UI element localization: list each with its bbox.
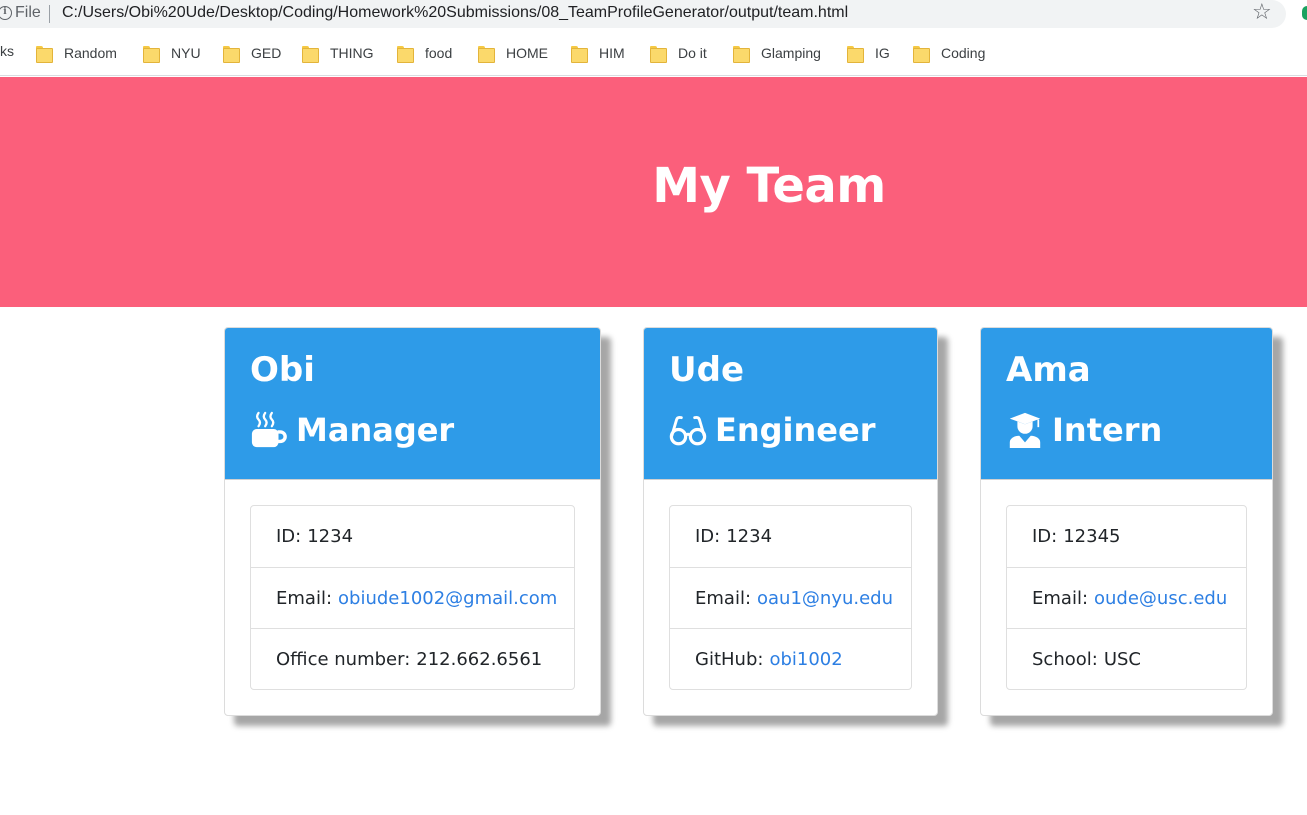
bookmark-label: Coding [941, 45, 986, 61]
id-label: ID: [695, 526, 721, 547]
bookmark-folder-thing[interactable]: THING [302, 42, 374, 64]
folder-icon [302, 45, 319, 63]
bookmark-label: food [425, 45, 453, 61]
folder-icon [478, 45, 495, 63]
bookmark-folder-home[interactable]: HOME [478, 42, 548, 64]
folder-icon [223, 45, 240, 63]
email-link[interactable]: oude@usc.edu [1094, 588, 1227, 609]
file-label: File [15, 4, 41, 21]
id-row: ID: 1234 [670, 506, 911, 567]
bookmark-folder-him[interactable]: HIM [571, 42, 625, 64]
bookmark-folder-ig[interactable]: IG [847, 42, 890, 64]
email-link[interactable]: oau1@nyu.edu [757, 588, 893, 609]
email-row: Email: oau1@nyu.edu [670, 567, 911, 628]
bookmark-folder-coding[interactable]: Coding [913, 42, 985, 64]
bookmark-folder-ged[interactable]: GED [223, 42, 281, 64]
id-label: ID: [1032, 526, 1058, 547]
email-link[interactable]: obiude1002@gmail.com [338, 588, 557, 609]
folder-icon [397, 45, 414, 63]
employee-details-list: ID: 1234 Email: obiude1002@gmail.com Off… [250, 505, 575, 690]
employee-card-manager: Obi Manager ID: 1234 Email: obiude1002@g… [224, 327, 601, 716]
bookmark-folder-glamping[interactable]: Glamping [733, 42, 821, 64]
email-label: Email: [695, 587, 752, 609]
id-value: 12345 [1063, 526, 1121, 547]
employee-name: Ude [669, 350, 745, 390]
school-label: School: [1032, 648, 1098, 670]
employee-name: Ama [1006, 350, 1091, 390]
id-label: ID: [276, 526, 302, 547]
role-label: Manager [296, 411, 455, 449]
bookmark-folder-food[interactable]: food [397, 42, 452, 64]
role-label: Intern [1052, 411, 1163, 449]
card-header: Obi Manager [225, 328, 600, 480]
bookmarks-bar: ks Random NYU GED THING food HOME HIM Do… [0, 30, 1307, 76]
employee-card-engineer: Ude Engineer ID: 1234 Email: oau1@nyu.ed… [643, 327, 938, 716]
folder-icon [847, 45, 864, 63]
employee-name: Obi [250, 350, 315, 390]
id-row: ID: 12345 [1007, 506, 1246, 567]
employee-details-list: ID: 1234 Email: oau1@nyu.edu GitHub: obi… [669, 505, 912, 690]
role-label: Engineer [715, 411, 876, 449]
folder-icon [143, 45, 160, 63]
office-number-label: Office number: [276, 648, 411, 670]
id-value: 1234 [307, 526, 354, 547]
bookmark-folder-nyu[interactable]: NYU [143, 42, 201, 64]
bookmark-truncated-label[interactable]: ks [0, 43, 14, 59]
folder-icon [36, 45, 53, 63]
github-label: GitHub: [695, 648, 764, 670]
bookmark-label: NYU [171, 45, 201, 61]
extension-icon[interactable] [1302, 6, 1307, 20]
folder-icon [733, 45, 750, 63]
folder-icon [650, 45, 667, 63]
school-value: USC [1103, 648, 1141, 670]
bookmark-label: HIM [599, 45, 625, 61]
card-header: Ama Intern [981, 328, 1272, 480]
page-title: My Team [652, 158, 886, 214]
bookmark-star-icon[interactable]: ☆ [1252, 1, 1272, 25]
github-row: GitHub: obi1002 [670, 628, 911, 689]
employee-role: Intern [1006, 408, 1162, 452]
graduate-icon [1006, 411, 1044, 449]
office-number-value: 212.662.6561 [416, 648, 543, 670]
school-row: School: USC [1007, 628, 1246, 689]
bookmark-label: IG [875, 45, 890, 61]
glasses-icon [669, 411, 707, 449]
id-row: ID: 1234 [251, 506, 574, 567]
bookmark-label: THING [330, 45, 374, 61]
bookmark-folder-do-it[interactable]: Do it [650, 42, 707, 64]
bookmark-label: HOME [506, 45, 548, 61]
folder-icon [913, 45, 930, 63]
folder-icon [571, 45, 588, 63]
id-value: 1234 [726, 526, 773, 547]
mug-icon [250, 411, 288, 449]
employee-card-intern: Ama Intern ID: 12345 Email: oude@usc.edu… [980, 327, 1273, 716]
omnibox[interactable]: i File C:/Users/Obi%20Ude/Desktop/Coding… [0, 0, 1286, 28]
github-link[interactable]: obi1002 [769, 649, 842, 670]
url-text[interactable]: C:/Users/Obi%20Ude/Desktop/Coding/Homewo… [62, 4, 848, 22]
bookmark-label: Random [64, 45, 117, 61]
email-row: Email: oude@usc.edu [1007, 567, 1246, 628]
email-row: Email: obiude1002@gmail.com [251, 567, 574, 628]
info-icon[interactable]: i [0, 6, 12, 20]
bookmark-label: GED [251, 45, 282, 61]
email-label: Email: [276, 587, 333, 609]
employee-role: Manager [250, 408, 454, 452]
email-label: Email: [1032, 587, 1089, 609]
employee-role: Engineer [669, 408, 875, 452]
card-header: Ude Engineer [644, 328, 937, 480]
bookmark-label: Do it [678, 45, 707, 61]
bookmark-label: Glamping [761, 45, 821, 61]
bookmark-folder-random[interactable]: Random [36, 42, 117, 64]
office-number-row: Office number: 212.662.6561 [251, 628, 574, 689]
address-bar: i File C:/Users/Obi%20Ude/Desktop/Coding… [0, 0, 1307, 30]
employee-details-list: ID: 12345 Email: oude@usc.edu School: US… [1006, 505, 1247, 690]
url-separator [49, 5, 50, 23]
